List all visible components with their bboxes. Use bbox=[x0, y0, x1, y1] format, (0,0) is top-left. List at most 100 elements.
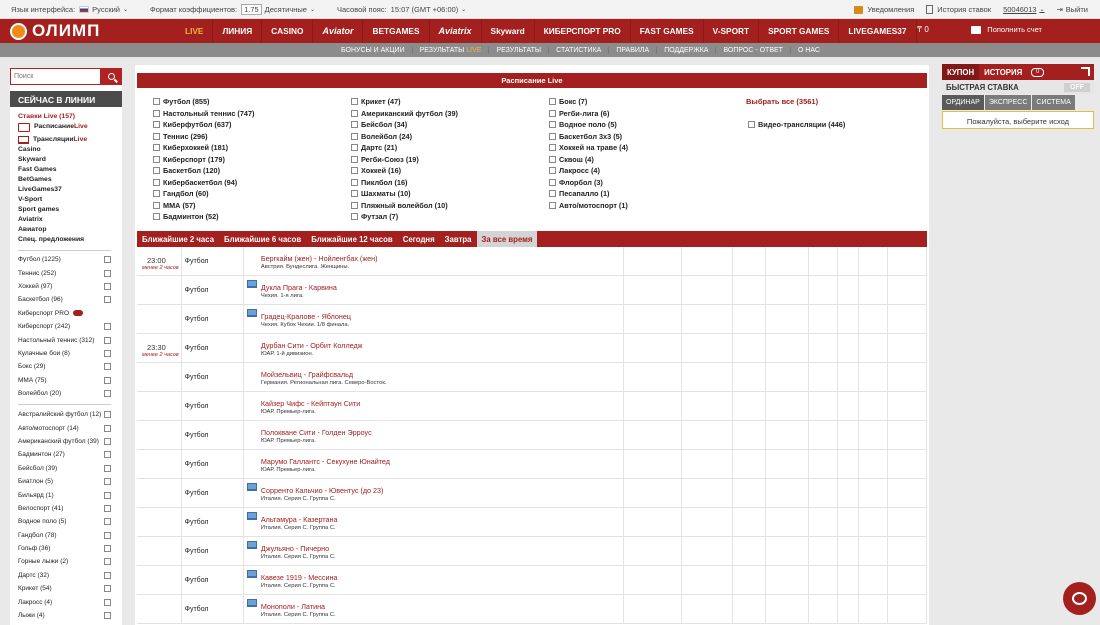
filter-item[interactable]: Регби-лига (6) bbox=[549, 109, 609, 118]
sport-row[interactable]: Бокс (29) bbox=[18, 360, 111, 373]
odds-cell[interactable] bbox=[682, 392, 733, 420]
filter-item[interactable]: ММА (57) bbox=[153, 201, 195, 210]
sport-checkbox[interactable] bbox=[104, 451, 111, 459]
filter-item[interactable]: Авто/мотоспорт (1) bbox=[549, 201, 628, 210]
odds-cell[interactable] bbox=[838, 334, 860, 362]
filter-item[interactable]: Лакросс (4) bbox=[549, 166, 600, 175]
odds-cell[interactable] bbox=[838, 276, 860, 304]
odds-cell[interactable] bbox=[624, 421, 683, 449]
sport-row[interactable]: Горные лыжи (2) bbox=[18, 555, 111, 568]
odds-cell[interactable] bbox=[888, 479, 927, 507]
search-button[interactable] bbox=[101, 68, 122, 85]
filter-item[interactable]: Крикет (47) bbox=[351, 97, 401, 106]
odds-cell[interactable] bbox=[766, 479, 809, 507]
filter-checkbox[interactable] bbox=[351, 109, 358, 117]
odds-cell[interactable] bbox=[809, 566, 838, 594]
filter-checkbox[interactable] bbox=[153, 167, 160, 174]
sport-row[interactable]: Бильярд (1) bbox=[18, 488, 111, 501]
odds-cell[interactable] bbox=[838, 363, 860, 391]
tab-next-12h[interactable]: Ближайшие 12 часов bbox=[306, 231, 398, 247]
odds-cell[interactable] bbox=[682, 566, 733, 594]
event-match-cell[interactable]: Альтамура - Казертана Италия. Серия С. Гр… bbox=[244, 508, 625, 536]
sport-checkbox[interactable] bbox=[104, 585, 111, 593]
filter-item[interactable]: Водное поло (5) bbox=[549, 120, 617, 129]
odds-cell[interactable] bbox=[733, 247, 766, 275]
odds-cell[interactable] bbox=[888, 508, 927, 536]
odds-cell[interactable] bbox=[859, 450, 889, 478]
filter-checkbox[interactable] bbox=[351, 121, 358, 128]
odds-cell[interactable] bbox=[859, 595, 889, 623]
filter-item[interactable]: Киберфутбол (637) bbox=[153, 120, 231, 129]
sport-row[interactable]: Кулачные бои (8) bbox=[18, 347, 111, 360]
odds-cell[interactable] bbox=[733, 595, 766, 623]
filter-item[interactable]: Песапалло (1) bbox=[549, 189, 609, 198]
sport-checkbox[interactable] bbox=[104, 376, 111, 384]
filter-item[interactable]: Американский футбол (39) bbox=[351, 109, 458, 118]
sport-row[interactable]: Американский футбол (39) bbox=[18, 435, 111, 448]
link-v-sport[interactable]: V-Sport bbox=[18, 195, 88, 205]
sport-row[interactable]: Гандбол (78) bbox=[18, 529, 111, 542]
event-match-link[interactable]: Градец-Кралове - Яблонец bbox=[261, 312, 351, 321]
link-livegames37[interactable]: LiveGames37 bbox=[18, 185, 88, 195]
event-match-link[interactable]: Джульяно - Пичерно bbox=[261, 544, 329, 553]
odds-cell[interactable] bbox=[624, 276, 683, 304]
filter-checkbox[interactable] bbox=[153, 155, 160, 163]
sport-checkbox[interactable] bbox=[104, 518, 111, 526]
filter-item[interactable]: Шахматы (10) bbox=[351, 189, 411, 198]
sport-row[interactable]: ММА (75) bbox=[18, 374, 111, 387]
odds-cell[interactable] bbox=[888, 276, 927, 304]
bet-history-link[interactable]: История ставок bbox=[926, 5, 991, 14]
odds-cell[interactable] bbox=[859, 363, 889, 391]
olimp-logo[interactable]: ОЛИМП bbox=[10, 21, 100, 41]
odds-cell[interactable] bbox=[809, 595, 838, 623]
timezone-selector[interactable]: Часовой пояс: 15:07 (GMT +06:00) ⌄ bbox=[337, 5, 466, 14]
filter-checkbox[interactable] bbox=[351, 213, 358, 220]
event-match-link[interactable]: Монополи - Латина bbox=[261, 602, 325, 611]
odds-cell[interactable] bbox=[766, 508, 809, 536]
expand-icon[interactable] bbox=[1081, 67, 1090, 76]
nav-line[interactable]: ЛИНИЯ bbox=[213, 19, 263, 43]
odds-cell[interactable] bbox=[682, 334, 733, 362]
event-match-cell[interactable]: Бергкайм (жен) - Нойленгбах (жен) Австрия… bbox=[244, 247, 625, 275]
odds-cell[interactable] bbox=[888, 392, 927, 420]
nav-esport-pro[interactable]: КИБЕРСПОРТ PRO bbox=[535, 19, 631, 43]
sport-checkbox[interactable] bbox=[104, 349, 111, 357]
odds-cell[interactable] bbox=[624, 363, 683, 391]
event-match-cell[interactable]: Дурбан Сити - Орбит Колледж ЮАР. 1-й диви… bbox=[244, 334, 625, 362]
odds-cell[interactable] bbox=[682, 450, 733, 478]
filter-item[interactable]: Хоккей (16) bbox=[351, 166, 401, 175]
odds-cell[interactable] bbox=[766, 305, 809, 333]
odds-cell[interactable] bbox=[809, 276, 838, 304]
account-menu[interactable]: 50046013 ⌄ bbox=[1003, 5, 1044, 14]
sport-checkbox[interactable] bbox=[104, 390, 111, 398]
odds-cell[interactable] bbox=[624, 566, 683, 594]
filter-checkbox[interactable] bbox=[549, 144, 556, 151]
odds-cell[interactable] bbox=[809, 508, 838, 536]
sport-checkbox[interactable] bbox=[104, 411, 111, 419]
nav-casino[interactable]: CASINO bbox=[262, 19, 314, 43]
filter-checkbox[interactable] bbox=[549, 167, 556, 174]
odds-cell[interactable] bbox=[859, 305, 889, 333]
link-aviator[interactable]: Авиатор bbox=[18, 225, 88, 235]
odds-cell[interactable] bbox=[859, 537, 889, 565]
odds-cell[interactable] bbox=[766, 392, 809, 420]
sport-checkbox[interactable] bbox=[104, 558, 111, 566]
event-match-cell[interactable]: Марумо Галлантс - Секухуне Юнайтед ЮАР. П… bbox=[244, 450, 625, 478]
odds-cell[interactable] bbox=[888, 421, 927, 449]
odds-cell[interactable] bbox=[809, 479, 838, 507]
odds-cell[interactable] bbox=[733, 305, 766, 333]
filter-checkbox[interactable] bbox=[153, 144, 160, 151]
filter-checkbox[interactable] bbox=[153, 190, 160, 197]
sport-checkbox[interactable] bbox=[104, 598, 111, 606]
odds-cell[interactable] bbox=[682, 508, 733, 536]
odds-cell[interactable] bbox=[682, 537, 733, 565]
chat-button[interactable] bbox=[1063, 582, 1096, 615]
sport-checkbox[interactable] bbox=[104, 424, 111, 432]
filter-item[interactable]: Волейбол (24) bbox=[351, 132, 412, 141]
odds-cell[interactable] bbox=[766, 566, 809, 594]
odds-cell[interactable] bbox=[766, 334, 809, 362]
nav-betgames[interactable]: BETGAMES bbox=[363, 19, 430, 43]
odds-cell[interactable] bbox=[624, 479, 683, 507]
odds-cell[interactable] bbox=[733, 566, 766, 594]
odds-cell[interactable] bbox=[624, 392, 683, 420]
